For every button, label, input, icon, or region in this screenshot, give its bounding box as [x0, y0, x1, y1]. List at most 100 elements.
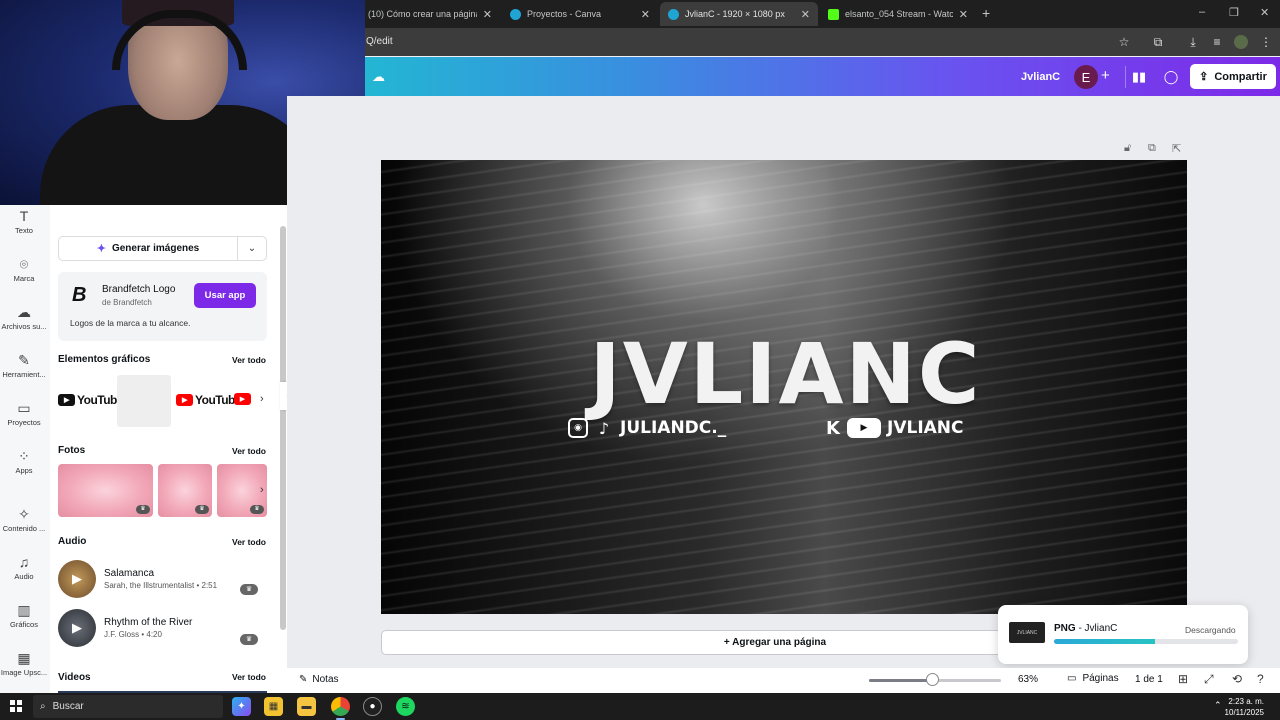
profile-avatar[interactable] [1234, 35, 1248, 49]
photo-thumbnail[interactable]: ♛ [58, 464, 153, 517]
generate-images-button[interactable]: ✦ Generar imágenes ⌄ [58, 236, 267, 261]
extensions-icon[interactable]: ⧉ [1150, 34, 1166, 50]
play-icon[interactable]: ▶ [58, 609, 96, 647]
maximize-button[interactable]: ❐ [1229, 6, 1239, 19]
youtube-logo-red[interactable]: ▶ YouTube [176, 393, 242, 407]
graphics-see-all-link[interactable]: Ver todo [232, 355, 266, 365]
rail-item-apps[interactable]: ⁘ Apps [0, 448, 48, 475]
address-bar[interactable]: Q/edit [366, 36, 393, 47]
duplicate-page-icon[interactable]: ⧉ [1148, 142, 1156, 155]
design-title-text[interactable]: JVLIANC [553, 332, 1018, 416]
obs-icon[interactable]: ● [363, 697, 382, 716]
rail-item-label: Proyectos [7, 418, 41, 427]
rail-item-projects[interactable]: ▭ Proyectos [0, 400, 48, 427]
rail-item-tools[interactable]: ✎ Herramient... [0, 352, 48, 379]
design-page[interactable]: JVLIANC ◉ ♪ JULIANDC._ K ▶ JVLIANC [381, 160, 1187, 614]
microsoft-store-icon[interactable]: ▦ [264, 697, 283, 716]
close-tab-icon[interactable]: ✕ [483, 8, 492, 21]
chevron-down-icon[interactable]: ⌄ [238, 243, 266, 254]
photos-see-all-link[interactable]: Ver todo [232, 446, 266, 456]
browser-menu-icon[interactable]: ⋮ [1258, 34, 1274, 50]
tab-canva-projects[interactable]: Proyectos - Canva ✕ [502, 2, 658, 26]
magic-switch-icon[interactable]: ⟲ [1232, 672, 1242, 686]
crown-icon: ♛ [240, 634, 258, 645]
play-icon[interactable]: ▶ [58, 560, 96, 598]
social-handle-right[interactable]: K ▶ JVLIANC [825, 418, 963, 439]
rail-item-audio[interactable]: ♫ Audio [0, 554, 48, 581]
copilot-icon[interactable]: ✦ [232, 697, 251, 716]
tab-youtube[interactable]: (10) Cómo crear una página de ✕ [360, 2, 500, 26]
comment-icon[interactable]: ◯ [1160, 66, 1182, 88]
app-description: Logos de la marca a tu alcance. [70, 318, 191, 328]
crown-icon: ♛ [195, 505, 209, 514]
rail-item-image-upscaler[interactable]: ▦ Image Upsc... [0, 650, 48, 677]
fullscreen-icon[interactable]: ⤢ [1204, 672, 1214, 687]
lock-icon[interactable]: 🔓︎ [1124, 142, 1131, 155]
chevron-right-icon[interactable]: › [260, 484, 264, 496]
pages-button[interactable]: ▭ Páginas [1067, 673, 1119, 684]
close-tab-icon[interactable]: ✕ [801, 8, 810, 21]
youtube-logo-faded[interactable] [117, 375, 171, 427]
new-tab-button[interactable]: + [982, 5, 990, 21]
upload-cloud-icon: ☁ [17, 304, 31, 320]
music-note-icon: ♫ [18, 554, 30, 570]
youtube-logo-black[interactable]: ▶ YouTube [58, 393, 124, 407]
rail-item-uploads[interactable]: ☁ Archivos su... [0, 304, 48, 331]
add-page-icon[interactable]: ⇱ [1172, 142, 1181, 155]
share-button[interactable]: ⇪ Compartir [1190, 64, 1276, 89]
minimize-button[interactable]: – [1199, 6, 1205, 18]
audio-see-all-link[interactable]: Ver todo [232, 537, 266, 547]
rail-item-text[interactable]: T Texto [0, 208, 48, 235]
close-window-button[interactable]: ✕ [1260, 6, 1269, 19]
brandfetch-logo-icon: B [72, 284, 87, 306]
insights-chart-icon[interactable]: ▮▮ [1128, 66, 1150, 88]
avatar[interactable]: E [1074, 65, 1098, 89]
tab-label: elsanto_054 Stream - Watch Liv [845, 9, 953, 19]
zoom-slider-handle[interactable] [926, 673, 940, 686]
page-count[interactable]: 1 de 1 [1135, 674, 1163, 685]
tab-canva-design[interactable]: JvlianC - 1920 × 1080 px ✕ [660, 2, 818, 26]
youtube-play-icon[interactable]: ▶ [234, 393, 251, 405]
zoom-level[interactable]: 63% [1018, 674, 1038, 685]
rail-item-content[interactable]: ✧ Contenido ... [0, 506, 48, 533]
close-tab-icon[interactable]: ✕ [641, 8, 650, 21]
app-title: Brandfetch Logo [102, 284, 176, 295]
photo-thumbnail[interactable]: ♛ [158, 464, 212, 517]
grid-view-icon[interactable]: ⊞ [1178, 672, 1188, 686]
bookmark-star-icon[interactable]: ☆ [1116, 34, 1132, 50]
apps-panel: ✦ Generar imágenes ⌄ B Brandfetch Logo d… [50, 205, 287, 693]
notes-label: Notas [312, 674, 339, 685]
downloads-icon[interactable]: ⤓ [1185, 34, 1201, 50]
brandfetch-app-card[interactable]: B Brandfetch Logo de Brandfetch Usar app… [58, 272, 267, 341]
editor-footer: ✎ Notas 63% ▭ Páginas 1 de 1 ⊞ ⤢ ⟲ ? [287, 668, 1280, 693]
use-app-button[interactable]: Usar app [194, 283, 256, 308]
generate-images-main[interactable]: ✦ Generar imágenes [59, 237, 238, 260]
notes-button[interactable]: ✎ Notas [299, 674, 339, 685]
search-icon: ⌕ [40, 701, 46, 712]
chevron-up-icon[interactable]: ⌃ [1214, 700, 1222, 711]
rail-item-charts[interactable]: ▥ Gráficos [0, 602, 48, 629]
tab-kick-stream[interactable]: elsanto_054 Stream - Watch Liv ✕ [820, 2, 976, 26]
spotify-icon[interactable]: ≋ [396, 697, 415, 716]
instagram-icon: ◉ [568, 418, 588, 438]
taskbar-search[interactable]: ⌕ Buscar [33, 695, 223, 718]
design-owner-name[interactable]: JvlianC [1021, 71, 1060, 83]
chevron-right-icon[interactable]: › [260, 393, 264, 405]
taskbar-clock[interactable]: 2:23 a. m. 10/11/2025 [1224, 696, 1264, 718]
file-explorer-icon[interactable]: ▬ [297, 697, 316, 716]
audio-track-title[interactable]: Salamanca [104, 568, 154, 579]
invite-plus-icon[interactable]: + [1101, 67, 1110, 84]
media-controls-icon[interactable]: ≡ [1209, 34, 1225, 50]
rail-item-brand[interactable]: ⌾ Marca [0, 256, 48, 283]
chrome-icon[interactable] [331, 697, 350, 720]
help-icon[interactable]: ? [1257, 672, 1264, 686]
download-design-name: - JvlianC [1075, 623, 1118, 634]
videos-see-all-link[interactable]: Ver todo [232, 672, 266, 682]
windows-start-icon[interactable] [10, 700, 22, 712]
rail-item-label: Contenido ... [2, 524, 46, 533]
panel-scrollbar[interactable] [280, 226, 286, 630]
cloud-saved-icon[interactable]: ☁ [372, 69, 388, 84]
audio-track-title[interactable]: Rhythm of the River [104, 617, 192, 628]
close-tab-icon[interactable]: ✕ [959, 8, 968, 21]
social-handle-left[interactable]: ◉ ♪ JULIANDC._ [568, 418, 726, 438]
